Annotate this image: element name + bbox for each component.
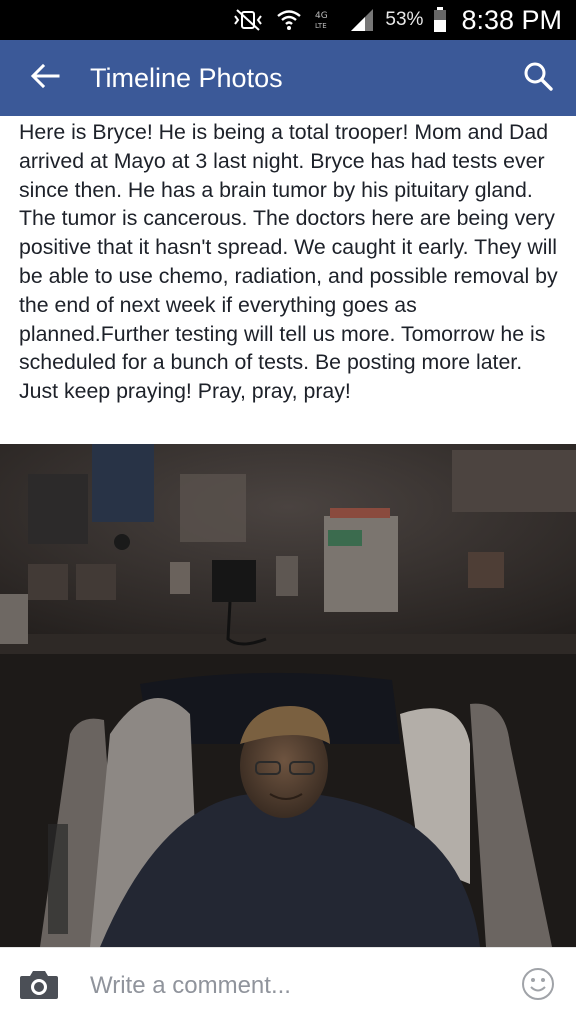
search-button[interactable] <box>500 40 576 116</box>
camera-button[interactable] <box>0 948 78 1024</box>
battery-icon <box>433 7 447 33</box>
comment-input[interactable] <box>78 972 500 1000</box>
wifi-icon <box>275 7 303 33</box>
app-bar: Timeline Photos <box>0 40 576 116</box>
signal-bars-icon <box>349 7 375 33</box>
search-icon <box>523 61 553 96</box>
camera-icon <box>19 968 59 1005</box>
battery-percent: 53% <box>385 9 424 30</box>
svg-text:LTE: LTE <box>315 22 327 30</box>
post-caption: Here is Bryce! He is being a total troop… <box>19 120 558 404</box>
smiley-icon <box>521 967 555 1006</box>
page-title: Timeline Photos <box>90 62 283 93</box>
emoji-button[interactable] <box>500 948 576 1024</box>
svg-text:4G: 4G <box>315 11 328 21</box>
arrow-left-icon <box>30 63 60 94</box>
back-button[interactable] <box>0 40 90 116</box>
comment-bar <box>0 947 576 1024</box>
status-bar: 4G LTE 53% 8:38 PM <box>0 0 576 40</box>
4g-lte-icon: 4G LTE <box>313 8 339 32</box>
clock: 8:38 PM <box>461 4 562 35</box>
vibrate-mute-icon <box>231 8 265 32</box>
post-photo[interactable] <box>0 444 576 947</box>
